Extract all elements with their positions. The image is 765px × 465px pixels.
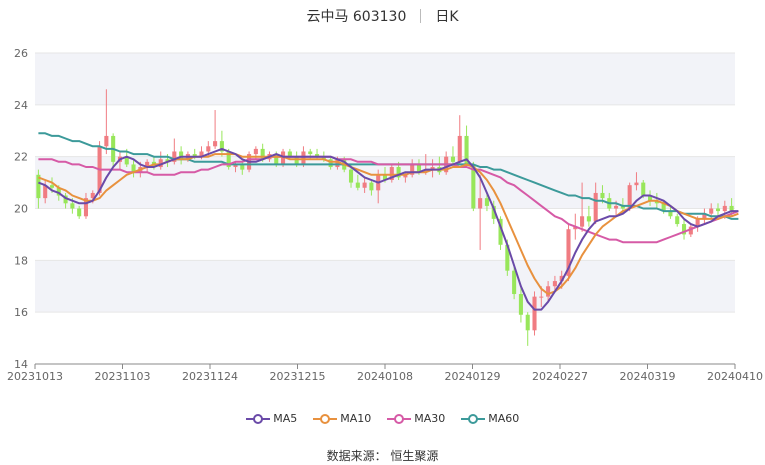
y-tick-label: 16 [14, 306, 28, 319]
candle-body [634, 182, 639, 186]
candle-body [213, 141, 218, 147]
y-tick-label: 20 [14, 203, 28, 216]
candle-body [518, 294, 523, 315]
candle-body [253, 148, 258, 155]
candle-body [104, 135, 109, 147]
x-tick-label: 20240227 [532, 370, 588, 383]
x-tick-label: 20240410 [707, 370, 763, 383]
candle-body [457, 135, 462, 162]
x-tick-label: 20240319 [620, 370, 676, 383]
candle-body [600, 192, 605, 199]
candle-body [586, 216, 591, 222]
candle-body [478, 198, 483, 209]
x-tick-label: 20240108 [357, 370, 413, 383]
y-tick-label: 26 [14, 47, 28, 60]
candle-body [450, 156, 455, 162]
legend-item-ma60[interactable]: MA60 [460, 412, 520, 425]
candle-body [355, 182, 360, 188]
legend-item-ma30[interactable]: MA30 [386, 412, 446, 425]
legend-label-ma60: MA60 [488, 412, 520, 425]
x-tick-label: 20231124 [182, 370, 238, 383]
legend-label-ma10: MA10 [340, 412, 372, 425]
x-tick-label: 20240129 [445, 370, 501, 383]
x-tick-label: 20231103 [95, 370, 151, 383]
y-tick-label: 24 [14, 99, 28, 112]
candle-body [532, 296, 537, 331]
candle-body [70, 203, 75, 209]
candle-body [709, 208, 714, 214]
candle-body [593, 192, 598, 222]
candle-body [614, 205, 619, 209]
kline-chart: 1416182022242620231013 20231103 20231124 20… [7, 47, 763, 383]
candle-body [206, 146, 211, 152]
candle-body [641, 182, 646, 196]
x-tick-label: 20231013 [7, 370, 63, 383]
y-tick-label: 22 [14, 151, 28, 164]
candle-body [552, 281, 557, 287]
legend-label-ma30: MA30 [414, 412, 446, 425]
candle-body [715, 208, 721, 212]
legend-item-ma10[interactable]: MA10 [312, 412, 372, 425]
candle-body [512, 270, 517, 295]
x-tick-label: 20231215 [270, 370, 326, 383]
candle-body [348, 169, 354, 183]
candle-body [546, 286, 551, 297]
legend-label-ma5: MA5 [273, 412, 298, 425]
legend-item-ma5[interactable]: MA5 [245, 412, 298, 425]
legend: MA5 MA10 MA30 MA60 [0, 412, 765, 425]
grid-band [35, 260, 735, 313]
candle-body [77, 208, 82, 217]
candle-body [362, 182, 367, 188]
candle-body [675, 216, 680, 225]
candle-body [722, 205, 727, 212]
candle-body [580, 216, 585, 227]
candle-body [301, 151, 306, 165]
y-tick-label: 18 [14, 254, 28, 267]
candle-body [539, 296, 544, 298]
grid-band [35, 53, 735, 105]
data-source: 数据来源： 恒生聚源 [326, 449, 439, 463]
candle-body [49, 185, 55, 188]
chart-container: 云中马 603130 日K 14 16 18 20 22 24 26 20231013 20231… [0, 0, 765, 465]
candle-body [294, 156, 299, 165]
candle-body [525, 314, 530, 331]
candle-body [484, 198, 489, 206]
candle-body [369, 182, 374, 191]
candle-body [308, 151, 313, 155]
